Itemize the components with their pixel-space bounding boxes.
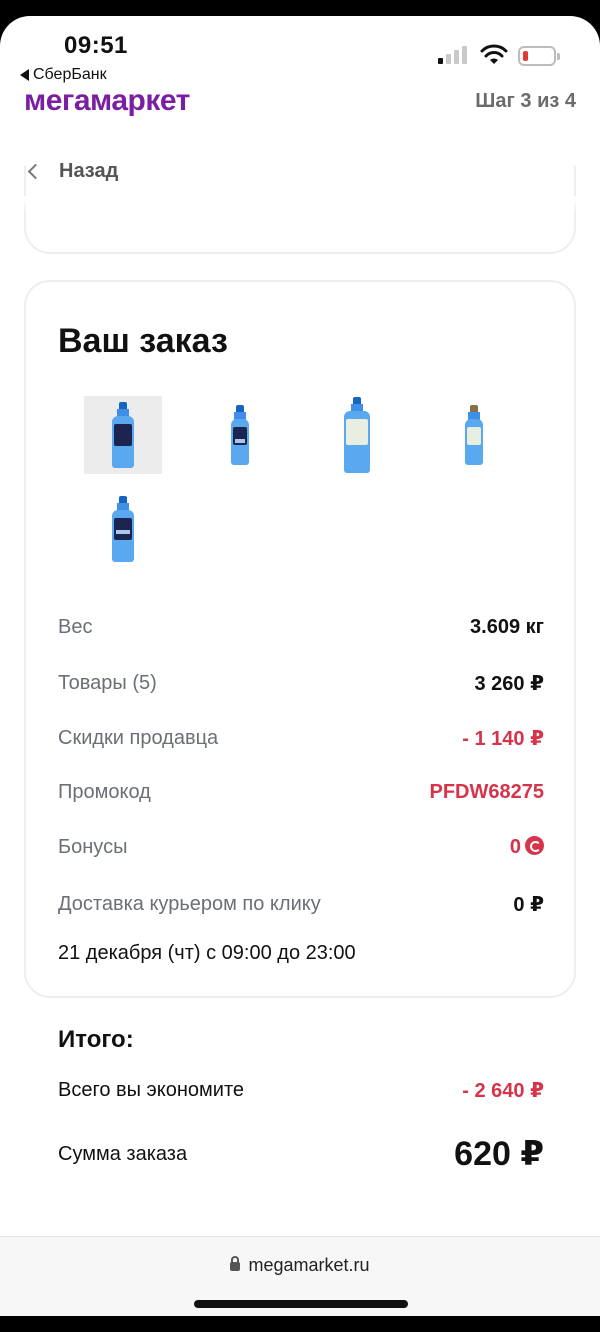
savings-label: Всего вы экономите bbox=[58, 1079, 245, 1101]
home-indicator[interactable] bbox=[194, 1300, 408, 1308]
bonuses-row: Бонусы 0 bbox=[58, 836, 544, 859]
url-display[interactable]: megamarket.ru bbox=[0, 1255, 600, 1276]
battery-icon bbox=[518, 46, 560, 66]
row-label: Доставка курьером по клику bbox=[58, 893, 321, 915]
back-triangle-icon bbox=[20, 69, 29, 81]
row-label: Товары (5) bbox=[58, 672, 157, 694]
brand-logo[interactable]: мегамаркет bbox=[24, 84, 190, 118]
back-to-app[interactable]: СберБанк bbox=[20, 66, 107, 84]
product-thumbnail[interactable] bbox=[201, 396, 279, 474]
bonuses-value: 0 bbox=[510, 836, 544, 859]
product-thumbnail[interactable] bbox=[318, 396, 396, 474]
order-sum-label: Сумма заказа bbox=[58, 1142, 188, 1165]
order-sum-row: Сумма заказа 620 ₽ bbox=[58, 1134, 544, 1174]
checkout-step: Шаг 3 из 4 bbox=[475, 90, 576, 112]
promo-code-row: Промокод PFDW68275 bbox=[58, 781, 544, 804]
bonus-coin-icon bbox=[525, 836, 544, 855]
back-app-label: СберБанк bbox=[33, 66, 107, 83]
lock-icon bbox=[230, 1256, 241, 1271]
savings-row: Всего вы экономите - 2 640 ₽ bbox=[58, 1078, 544, 1103]
delivery-date: 21 декабря (чт) с 09:00 до 23:00 bbox=[58, 942, 356, 964]
row-value: 3 260 ₽ bbox=[474, 673, 544, 695]
url-text: megamarket.ru bbox=[248, 1255, 370, 1275]
wifi-icon bbox=[480, 44, 508, 64]
items-row: Товары (5) 3 260 ₽ bbox=[58, 671, 544, 696]
product-thumbnail[interactable] bbox=[84, 490, 162, 568]
row-label: Вес bbox=[58, 616, 93, 638]
order-title: Ваш заказ bbox=[58, 322, 228, 360]
bonuses-amount: 0 bbox=[509, 836, 521, 858]
status-time: 09:51 bbox=[64, 32, 128, 59]
row-value: - 1 140 ₽ bbox=[462, 728, 544, 750]
savings-value: - 2 640 ₽ bbox=[462, 1080, 544, 1102]
order-summary-card: Ваш заказ Вес 3.609 кг Товары (5) 3 260 … bbox=[24, 280, 576, 1173]
row-label: Скидки продавца bbox=[58, 727, 219, 749]
product-thumbnail[interactable] bbox=[435, 396, 513, 474]
row-label: Бонусы bbox=[58, 836, 128, 858]
delivery-row: Доставка курьером по клику 0 ₽ bbox=[58, 892, 544, 917]
total-title: Итого: bbox=[58, 1026, 134, 1053]
seller-discount-row: Скидки продавца - 1 140 ₽ bbox=[58, 726, 544, 751]
cellular-signal-icon bbox=[438, 46, 467, 64]
weight-row: Вес 3.609 кг bbox=[58, 616, 544, 639]
promo-code-value[interactable]: PFDW68275 bbox=[430, 781, 545, 804]
row-value: 0 ₽ bbox=[513, 894, 544, 916]
row-label: Промокод bbox=[58, 781, 151, 803]
screen: 09:51 СберБанк мегамаркет Шаг 3 из 4 Наз… bbox=[0, 16, 600, 1316]
order-sum-value: 620 ₽ bbox=[454, 1135, 544, 1173]
row-value: 3.609 кг bbox=[470, 616, 544, 638]
product-thumbnail[interactable] bbox=[84, 396, 162, 474]
